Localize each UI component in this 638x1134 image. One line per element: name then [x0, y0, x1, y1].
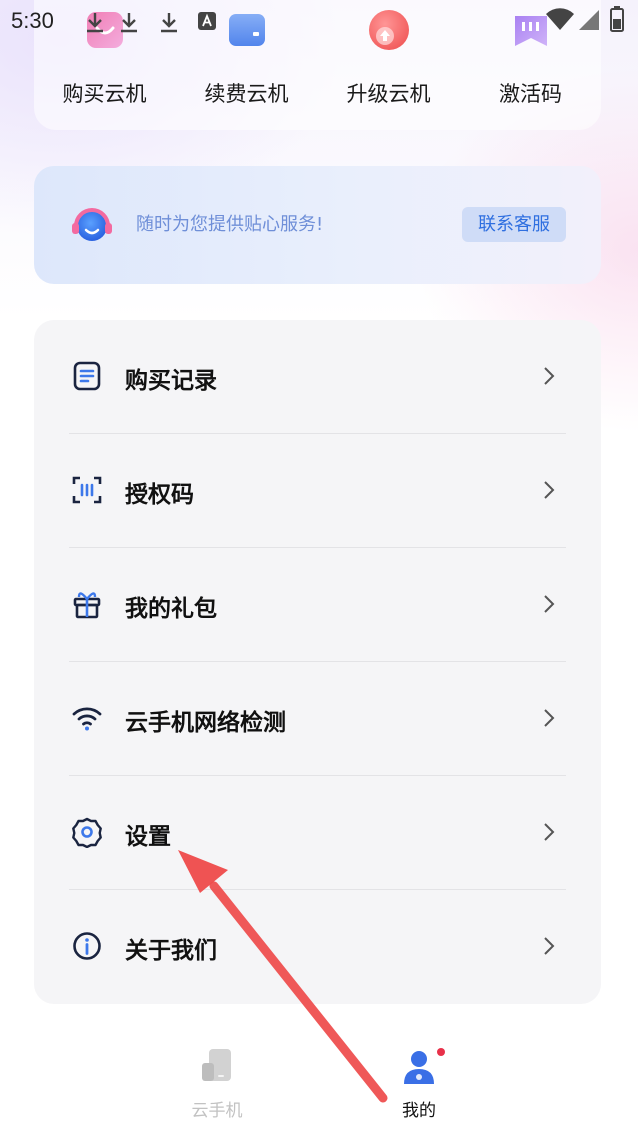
customer-service-banner: 随时为您提供贴心服务! 联系客服 — [34, 166, 601, 284]
chevron-right-icon — [544, 481, 555, 499]
status-time: 5:30 — [11, 8, 54, 33]
settings-menu: 购买记录 授权码 我的礼包 云手机网络检测 设置 关于我们 — [34, 320, 601, 1004]
tab-cloud-phone[interactable]: 云手机 — [147, 1040, 287, 1130]
download-icon — [87, 13, 103, 33]
status-bar: 5:30 — [0, 0, 638, 44]
menu-item-label: 云手机网络检测 — [125, 710, 286, 736]
user-icon — [404, 1051, 434, 1084]
gift-icon — [73, 592, 101, 619]
bottom-tab-bar: 云手机 我的 — [0, 1030, 638, 1134]
quick-action-label: 升级云机 — [346, 82, 431, 106]
download-icon — [161, 13, 177, 33]
wifi-icon — [546, 8, 574, 30]
tab-mine[interactable]: 我的 — [349, 1040, 489, 1130]
menu-item-about-us[interactable]: 关于我们 — [34, 890, 601, 1004]
service-tagline: 随时为您提供贴心服务! — [136, 214, 324, 235]
chevron-right-icon — [544, 709, 555, 727]
chevron-right-icon — [544, 595, 555, 613]
menu-item-label: 授权码 — [125, 482, 194, 508]
font-icon — [198, 12, 216, 30]
menu-item-my-gifts[interactable]: 我的礼包 — [34, 548, 601, 662]
wifi-icon — [72, 707, 102, 731]
tab-label: 云手机 — [191, 1101, 243, 1121]
menu-item-auth-code[interactable]: 授权码 — [34, 434, 601, 548]
menu-item-settings[interactable]: 设置 — [34, 776, 601, 890]
scan-code-icon — [72, 476, 102, 504]
signal-icon — [579, 10, 599, 30]
document-icon — [73, 361, 101, 391]
menu-item-label: 我的礼包 — [125, 596, 217, 622]
gear-icon — [72, 817, 102, 848]
contact-support-button[interactable]: 联系客服 — [462, 207, 566, 242]
chevron-right-icon — [544, 937, 555, 955]
download-icon — [121, 13, 137, 33]
chevron-right-icon — [544, 823, 555, 841]
menu-item-purchase-records[interactable]: 购买记录 — [34, 320, 601, 434]
quick-action-label: 激活码 — [499, 82, 562, 106]
menu-item-network-check[interactable]: 云手机网络检测 — [34, 662, 601, 776]
quick-action-label: 购买云机 — [62, 82, 147, 106]
customer-service-icon — [72, 208, 112, 241]
notification-badge-dot — [437, 1048, 445, 1056]
menu-item-label: 购买记录 — [125, 368, 217, 394]
battery-icon — [610, 6, 624, 32]
phone-icon — [202, 1049, 231, 1081]
chevron-right-icon — [544, 367, 555, 385]
info-icon — [73, 932, 101, 960]
tab-label: 我的 — [402, 1101, 436, 1121]
menu-item-label: 关于我们 — [125, 938, 217, 964]
quick-action-label: 续费云机 — [204, 82, 289, 106]
menu-item-label: 设置 — [125, 824, 171, 850]
